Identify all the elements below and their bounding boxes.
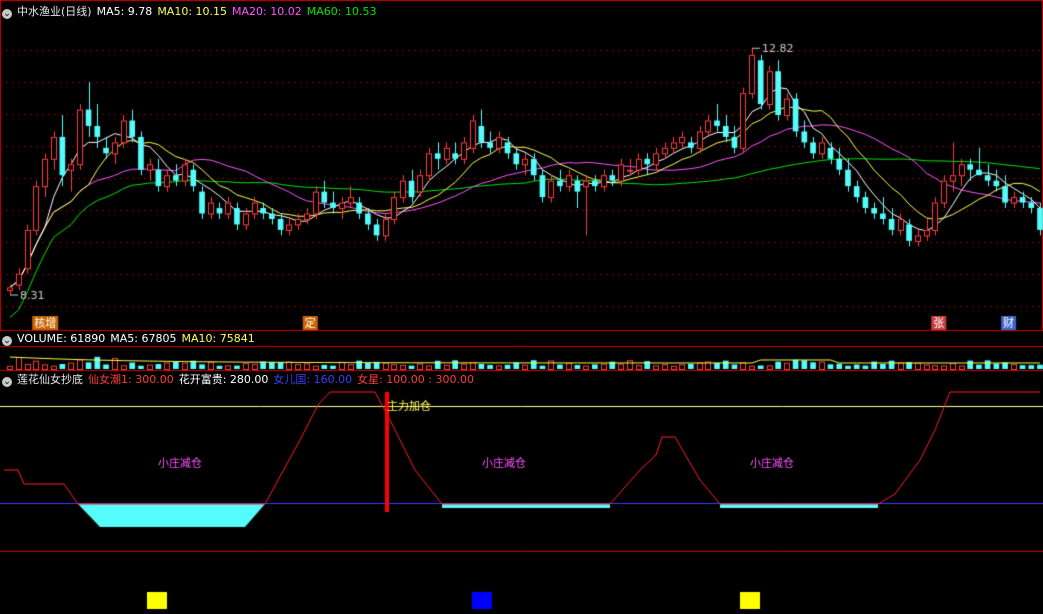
indicator-panel-header: ⌄ 莲花仙女抄底 仙女潮1: 300.00 花开富贵: 280.00 女儿国: 160.… [2,372,479,387]
indicator-name[interactable]: 莲花仙女抄底 [17,373,83,386]
volume-value: VOLUME: 61890 [17,332,106,345]
collapse-icon[interactable]: ⌄ [2,336,12,346]
ma20-value: MA20: 10.02 [232,5,302,18]
kline-chart-canvas[interactable] [0,0,1043,614]
collapse-icon[interactable]: ⌄ [2,9,12,19]
ma60-value: MA60: 10.53 [306,5,377,18]
price-panel-header: ⌄ 中水渔业(日线) MA5: 9.78 MA10: 10.15 MA20: 10.02… [2,4,381,19]
indicator-value-3: 女儿国: 160.00 [273,373,353,386]
ma5-value: MA5: 9.78 [96,5,153,18]
indicator-value-2: 花开富贵: 280.00 [178,373,269,386]
collapse-icon[interactable]: ⌄ [2,377,12,387]
volume-ma10-value: MA10: 75841 [181,332,255,345]
indicator-value-4: 女星: 100.00 : 300.00 [357,373,474,386]
indicator-value-1: 仙女潮1: 300.00 [88,373,174,386]
ma10-value: MA10: 10.15 [157,5,228,18]
stock-name[interactable]: 中水渔业(日线) [17,5,92,18]
volume-panel-header: ⌄ VOLUME: 61890 MA5: 67805 MA10: 75841 [2,331,260,346]
volume-ma5-value: MA5: 67805 [110,332,177,345]
